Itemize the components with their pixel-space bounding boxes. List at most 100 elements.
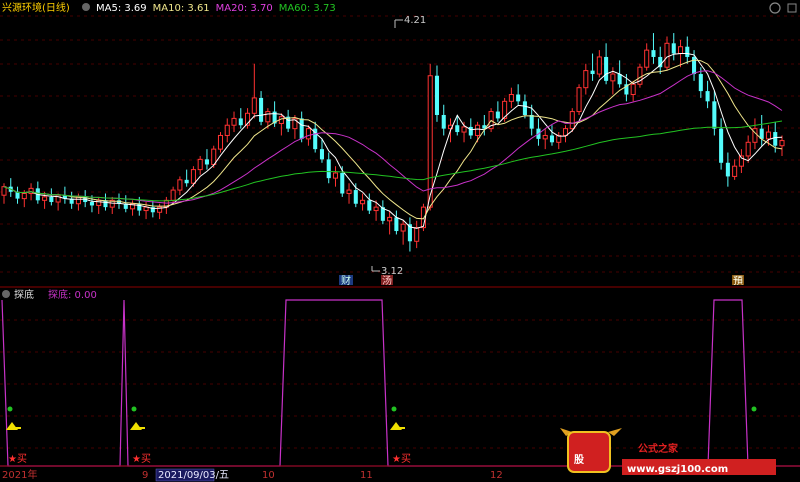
- candle-body-96: [651, 50, 656, 57]
- candle-body-69: [468, 126, 473, 136]
- candle-body-70: [475, 124, 481, 136]
- sub-panel-header: 探底 探底: 0.00: [2, 288, 97, 301]
- ma60-line: [3, 120, 783, 202]
- candle-body-100: [677, 46, 684, 55]
- candle-body-47: [319, 149, 324, 160]
- event-marker-1-label: 汤: [382, 274, 392, 287]
- buy-2-arrow-base: [393, 427, 405, 429]
- buy-1-dot: [131, 406, 137, 412]
- candle-body-57: [387, 216, 393, 222]
- candle-body-114: [773, 132, 778, 146]
- sub-panel-value: 探底: 0.00: [48, 288, 97, 301]
- candle-body-7: [49, 196, 54, 203]
- buy-0-label: ★买: [8, 453, 27, 465]
- gear-icon[interactable]: [769, 2, 781, 14]
- candle-body-52: [353, 190, 358, 204]
- candle-body-32: [217, 134, 224, 150]
- settings-circle-icon[interactable]: [82, 3, 90, 11]
- candle-body-75: [508, 94, 514, 102]
- candle-body-113: [765, 131, 771, 140]
- candle-body-34: [231, 117, 237, 126]
- candle-body-25: [170, 189, 176, 201]
- candle-body-84: [569, 111, 575, 130]
- candle-body-77: [522, 101, 527, 115]
- candle-body-13: [89, 202, 94, 206]
- candle-body-73: [495, 111, 500, 119]
- candle-body-115: [779, 140, 785, 147]
- x-label-0: 2021年: [2, 468, 37, 481]
- buy-2-dot: [391, 406, 397, 412]
- candle-body-107: [725, 162, 730, 177]
- candle-body-14: [96, 199, 102, 206]
- candle-body-3: [21, 192, 27, 200]
- candle-body-91: [617, 74, 622, 85]
- candlestick-series: [1, 33, 785, 252]
- high-price-label: 4.21: [404, 15, 426, 26]
- candle-body-50: [340, 173, 345, 194]
- stock-name[interactable]: 兴源环境(日线): [2, 1, 70, 14]
- window-icon[interactable]: [787, 3, 797, 13]
- ma10-line: [3, 59, 783, 220]
- candle-body-6: [42, 196, 48, 201]
- ma-legend-item-3: MA60: 3.73: [279, 3, 336, 14]
- ma-legend-item-2: MA20: 3.70: [216, 3, 273, 14]
- x-label-5: 12: [490, 470, 503, 481]
- x-label-1: 9: [142, 470, 148, 481]
- watermark: 股 公式之家 www.gszj100.com: [560, 428, 776, 475]
- candle-body-104: [705, 91, 710, 102]
- logo-badge-icon: [567, 431, 611, 473]
- candle-body-93: [630, 83, 636, 96]
- candle-body-45: [305, 128, 311, 140]
- buy-2-label: ★买: [392, 453, 411, 465]
- candle-body-88: [596, 56, 602, 75]
- candle-body-67: [455, 125, 460, 133]
- candle-body-99: [671, 43, 676, 54]
- watermark-title: 公式之家: [638, 442, 679, 455]
- candle-body-101: [685, 46, 690, 57]
- candle-body-90: [610, 73, 616, 82]
- candle-body-44: [299, 118, 304, 139]
- candle-body-38: [259, 97, 264, 122]
- candle-body-86: [583, 70, 589, 89]
- candle-body-95: [644, 49, 650, 68]
- candle-body-98: [664, 42, 670, 68]
- sub-panel-circle-icon[interactable]: [2, 290, 10, 298]
- candle-body-51: [346, 189, 352, 194]
- candle-body-85: [576, 87, 582, 113]
- candle-body-89: [604, 56, 609, 81]
- x-label-3: 10: [262, 470, 275, 481]
- candle-body-80: [542, 134, 548, 140]
- candle-body-39: [265, 111, 271, 123]
- candle-body-110: [745, 141, 751, 157]
- candle-body-106: [719, 128, 724, 163]
- buy-1-arrow-base: [133, 427, 145, 429]
- candle-body-28: [190, 169, 196, 184]
- candle-body-54: [367, 200, 372, 211]
- candle-body-26: [177, 179, 183, 191]
- stock-chart[interactable]: 兴源环境(日线) MA5: 3.69 MA10: 3.61 MA20: 3.70 MA…: [0, 0, 800, 482]
- candle-body-27: [184, 179, 189, 184]
- candle-body-105: [712, 101, 717, 129]
- candle-body-20: [137, 203, 142, 211]
- candle-body-53: [360, 199, 366, 205]
- buy-0-arrow-base: [9, 427, 21, 429]
- event-marker-0-label: 财: [341, 274, 351, 287]
- candle-body-78: [529, 114, 534, 129]
- ma20-line: [3, 70, 783, 204]
- x-label-2: 2021/09/03/五: [158, 470, 229, 481]
- candle-body-61: [414, 227, 420, 242]
- buy-1-label: ★买: [132, 453, 151, 465]
- candle-body-81: [549, 135, 555, 143]
- candle-body-0: [1, 186, 7, 196]
- buy-3-dot: [751, 406, 757, 412]
- logo-text: 股: [574, 454, 585, 466]
- main-header: 兴源环境(日线) MA5: 3.69 MA10: 3.61 MA20: 3.70 MA…: [2, 1, 336, 14]
- candle-body-103: [698, 74, 703, 92]
- candle-body-55: [373, 206, 379, 212]
- candle-body-37: [251, 97, 257, 114]
- candle-body-29: [197, 158, 203, 171]
- buy-0-dot: [7, 406, 13, 412]
- candle-body-63: [427, 75, 433, 208]
- candle-body-87: [590, 70, 595, 75]
- ma-legend-item-1: MA10: 3.61: [153, 3, 210, 14]
